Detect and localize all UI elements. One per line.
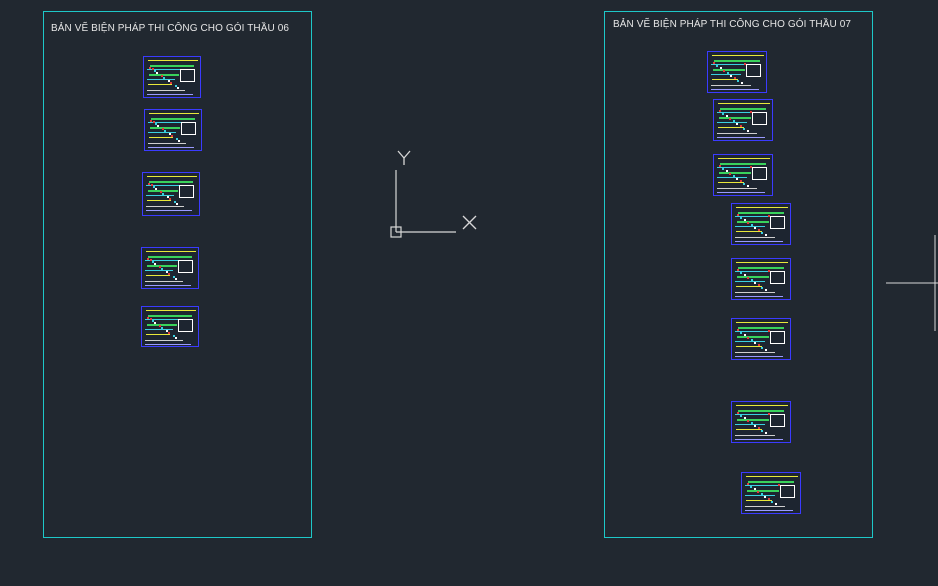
ucs-icon (390, 150, 938, 331)
crosshair-cursor-icon (886, 235, 938, 331)
ucs-y-glyph (397, 150, 411, 165)
ucs-x-glyph (462, 215, 477, 230)
model-space-canvas[interactable]: BẢN VẼ BIỆN PHÁP THI CÔNG CHO GÓI THẦU 0… (0, 0, 938, 586)
